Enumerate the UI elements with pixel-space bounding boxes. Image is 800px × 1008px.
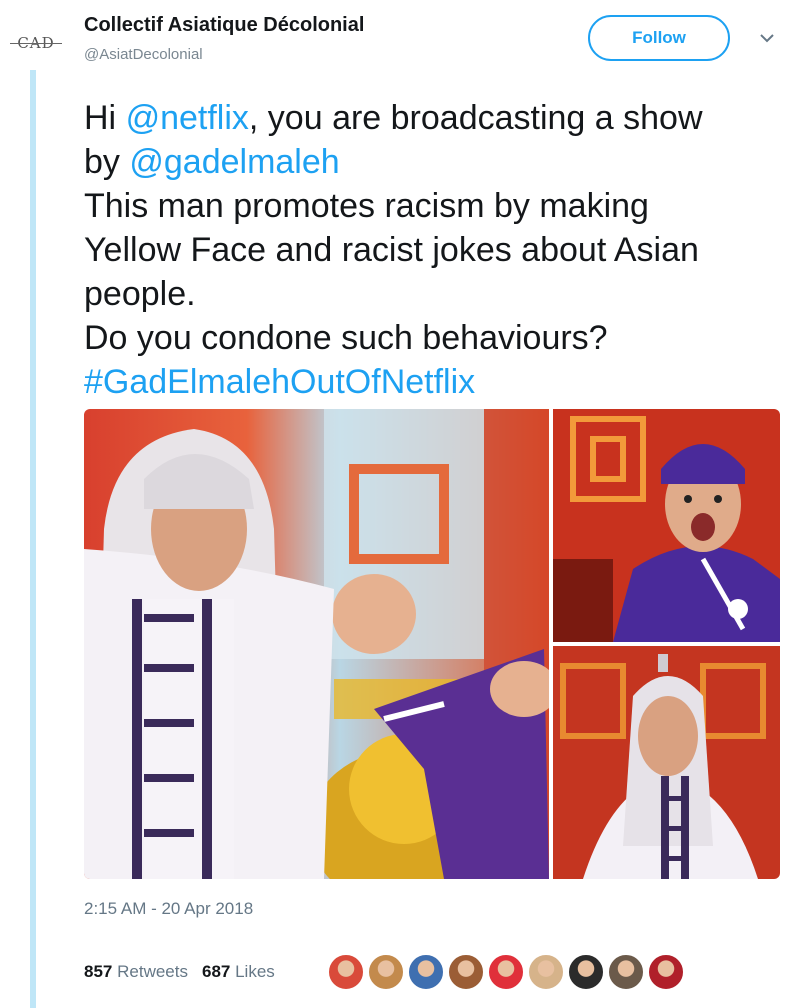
retweets-label: Retweets xyxy=(117,962,188,981)
tweet-timestamp[interactable]: 2:15 AM - 20 Apr 2018 xyxy=(84,899,253,919)
hashtag-link[interactable]: #GadElmalehOutOfNetflix xyxy=(84,360,789,404)
likes-label: Likes xyxy=(235,962,275,981)
liker-avatar[interactable] xyxy=(328,954,364,990)
text-segment: , you are broadcasting a show xyxy=(248,99,703,137)
text-segment: Hi xyxy=(84,99,126,137)
follow-button[interactable]: Follow xyxy=(588,15,730,61)
tweet-text: Hi @netflix, you are broadcasting a show… xyxy=(84,96,789,404)
tweet-line-2: by @gadelmaleh xyxy=(84,140,789,184)
user-handle[interactable]: @AsiatDecolonial xyxy=(84,46,203,63)
liker-avatar[interactable] xyxy=(568,954,604,990)
likes-stat[interactable]: 687 Likes xyxy=(202,962,275,982)
liker-avatar[interactable] xyxy=(528,954,564,990)
tweet-line-4: Yellow Face and racist jokes about Asian xyxy=(84,231,699,269)
tweet-stats: 857 Retweets 687 Likes xyxy=(84,962,275,982)
tweet-line-1: Hi @netflix, you are broadcasting a show xyxy=(84,96,789,140)
mention-netflix-link[interactable]: @netflix xyxy=(126,99,249,137)
avatar[interactable]: CAD xyxy=(8,30,64,56)
liker-avatar[interactable] xyxy=(368,954,404,990)
retweets-stat[interactable]: 857 Retweets xyxy=(84,962,188,982)
liker-avatar[interactable] xyxy=(608,954,644,990)
retweets-count: 857 xyxy=(84,962,113,981)
photo-top-right[interactable] xyxy=(553,409,780,642)
liker-avatar[interactable] xyxy=(448,954,484,990)
tweet-line-3: This man promotes racism by making xyxy=(84,187,649,225)
thread-line xyxy=(30,70,36,1008)
tweet-line-5: people. xyxy=(84,275,196,313)
avatar-text: CAD xyxy=(17,34,55,52)
photo-bottom-right[interactable] xyxy=(553,646,780,879)
likes-count: 687 xyxy=(201,962,231,981)
follow-button-label: Follow xyxy=(632,28,686,47)
mention-gadelmaleh-link[interactable]: @gadelmaleh xyxy=(129,143,339,181)
liker-avatar[interactable] xyxy=(408,954,444,990)
user-name[interactable]: Collectif Asiatique Décolonial xyxy=(84,14,364,37)
liker-avatar[interactable] xyxy=(488,954,524,990)
chevron-down-icon[interactable] xyxy=(760,30,774,46)
liker-avatar[interactable] xyxy=(648,954,684,990)
media-grid xyxy=(84,409,780,879)
photo-main[interactable] xyxy=(84,409,549,879)
tweet-line-6: Do you condone such behaviours? xyxy=(84,319,608,357)
text-segment: by xyxy=(84,143,130,181)
